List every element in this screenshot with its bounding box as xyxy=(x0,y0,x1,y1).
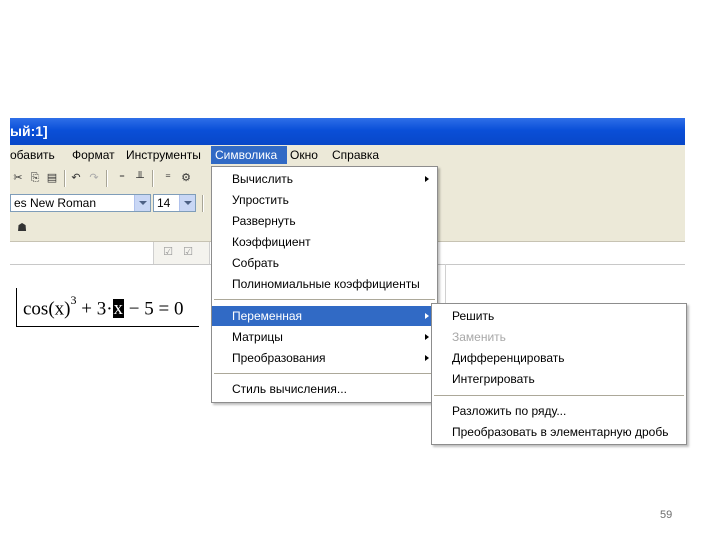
menu-item-evaluate[interactable]: Вычислить xyxy=(212,169,437,189)
font-size-select[interactable]: 14 xyxy=(153,194,196,212)
calculate-icon[interactable]: ⁼ xyxy=(160,170,176,186)
copy-icon[interactable]: ⎘ xyxy=(27,170,43,186)
undo-icon[interactable]: ↶ xyxy=(68,170,84,186)
divider xyxy=(438,264,685,265)
menu-item-label: Интегрировать xyxy=(452,372,535,386)
redo-icon[interactable]: ↷ xyxy=(86,170,102,186)
menu-item-label: Коэффициент xyxy=(232,235,311,249)
font-name-value: es New Roman xyxy=(14,196,97,210)
menu-item-label: Заменить xyxy=(452,330,506,344)
menu-item-variable[interactable]: Переменная xyxy=(212,306,437,326)
paste-icon[interactable]: ▤ xyxy=(44,170,60,186)
window-titlebar[interactable]: ый:1] xyxy=(10,118,685,145)
menu-item-label: Переменная xyxy=(232,309,302,323)
menu-symbolics[interactable]: Символика xyxy=(211,146,287,164)
equation-exponent: 3 xyxy=(70,293,77,307)
submenu-arrow-icon xyxy=(425,334,429,340)
resource-icon[interactable]: ⚙ xyxy=(178,170,194,186)
equation-term: + 3· xyxy=(76,298,113,320)
menubar: обавить Формат Инструменты Символика Окн… xyxy=(10,145,685,167)
window-title: ый:1] xyxy=(10,123,48,139)
menu-item-label: Матрицы xyxy=(232,330,283,344)
menu-item-expand-series[interactable]: Разложить по ряду... xyxy=(432,401,686,421)
calculator-palette[interactable]: ☑ ☑ xyxy=(153,242,210,265)
menu-item-label: Упростить xyxy=(232,193,289,207)
submenu-arrow-icon xyxy=(425,313,429,319)
menu-item-differentiate[interactable]: Дифференцировать xyxy=(432,348,686,368)
checkbox-icon[interactable]: ☑ xyxy=(160,244,176,260)
menu-item-label: Развернуть xyxy=(232,214,296,228)
menu-window[interactable]: Окно xyxy=(290,148,318,164)
menu-separator xyxy=(434,395,684,396)
equation-term: − 5 = 0 xyxy=(124,298,184,320)
submenu-arrow-icon xyxy=(425,355,429,361)
divider xyxy=(445,264,446,304)
menu-item-matrices[interactable]: Матрицы xyxy=(212,327,437,347)
submenu-arrow-icon xyxy=(425,176,429,182)
align-bottom-icon[interactable]: ╨ xyxy=(132,170,148,186)
menu-item-label: Стиль вычисления... xyxy=(232,382,347,396)
equation[interactable]: cos(x)3 + 3·x − 5 = 0 xyxy=(23,293,184,320)
menu-item-polynomial-coefficients[interactable]: Полиномиальные коэффициенты xyxy=(212,274,437,294)
menu-help[interactable]: Справка xyxy=(332,148,379,164)
symbolics-menu: Вычислить Упростить Развернуть Коэффицие… xyxy=(211,166,438,403)
menu-item-label: Преобразовать в элементарную дробь xyxy=(452,425,669,439)
align-icon[interactable]: ⁼ xyxy=(114,170,130,186)
menu-item-label: Разложить по ряду... xyxy=(452,404,567,418)
font-name-select[interactable]: es New Roman xyxy=(10,194,151,212)
menu-item-partial-fraction[interactable]: Преобразовать в элементарную дробь xyxy=(432,422,686,442)
menu-separator xyxy=(214,299,435,300)
menu-format[interactable]: Формат xyxy=(72,148,115,164)
menu-item-substitute[interactable]: Заменить xyxy=(432,327,686,347)
menu-insert[interactable]: обавить xyxy=(10,148,55,164)
menu-item-solve[interactable]: Решить xyxy=(432,306,686,326)
menu-item-integrate[interactable]: Интегрировать xyxy=(432,369,686,389)
checkbox-icon[interactable]: ☑ xyxy=(180,244,196,260)
menu-item-label: Полиномиальные коэффициенты xyxy=(232,277,420,291)
menu-separator xyxy=(214,373,435,374)
toolbar-separator xyxy=(152,170,154,187)
menu-item-factor[interactable]: Коэффициент xyxy=(212,232,437,252)
toolbar-separator xyxy=(202,195,204,212)
graduation-cap-icon[interactable]: ☗ xyxy=(14,220,30,236)
chevron-down-icon[interactable] xyxy=(179,195,195,211)
selected-variable[interactable]: x xyxy=(112,299,125,319)
page-number: 59 xyxy=(660,509,673,521)
menu-item-collect[interactable]: Собрать xyxy=(212,253,437,273)
cut-icon[interactable]: ✂ xyxy=(10,170,26,186)
menu-item-label: Собрать xyxy=(232,256,280,270)
menu-item-label: Дифференцировать xyxy=(452,351,565,365)
equation-term: cos(x) xyxy=(23,298,71,320)
toolbar-separator xyxy=(106,170,108,187)
menu-item-expand[interactable]: Развернуть xyxy=(212,211,437,231)
menu-item-evaluation-style[interactable]: Стиль вычисления... xyxy=(212,379,437,399)
menu-item-label: Преобразования xyxy=(232,351,326,365)
menu-item-simplify[interactable]: Упростить xyxy=(212,190,437,210)
font-size-value: 14 xyxy=(157,196,171,210)
divider xyxy=(10,264,213,265)
variable-submenu: Решить Заменить Дифференцировать Интегри… xyxy=(431,303,687,445)
toolbar-separator xyxy=(64,170,66,187)
menu-item-label: Вычислить xyxy=(232,172,294,186)
menu-item-transforms[interactable]: Преобразования xyxy=(212,348,437,368)
chevron-down-icon[interactable] xyxy=(134,195,150,211)
menu-item-label: Решить xyxy=(452,309,495,323)
menu-tools[interactable]: Инструменты xyxy=(126,148,201,164)
